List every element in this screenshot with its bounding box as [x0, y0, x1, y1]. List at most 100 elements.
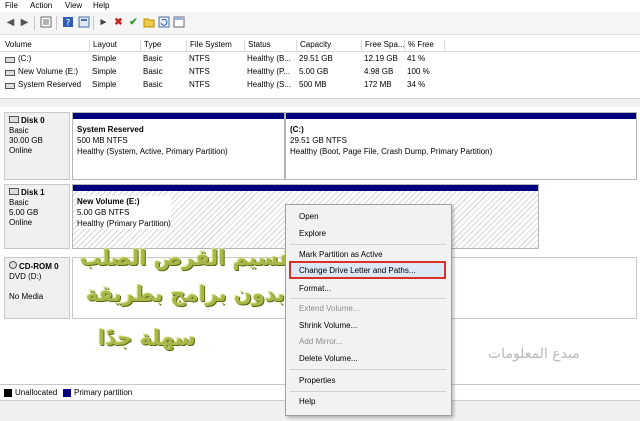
disk-type: DVD (D:) [9, 272, 42, 281]
column-capacity[interactable]: Capacity [296, 40, 331, 51]
menu-action[interactable]: Action [30, 1, 52, 10]
partition-c[interactable]: (C:) 29.51 GB NTFS Healthy (Boot, Page F… [285, 112, 637, 180]
menu-file[interactable]: File [5, 1, 18, 10]
disk-state: No Media [9, 292, 44, 301]
cd-icon [9, 261, 17, 269]
disk-state: Online [9, 146, 33, 155]
menu-item-mark-active[interactable]: Mark Partition as Active [299, 250, 383, 259]
menu-separator [290, 298, 446, 299]
disk-size: 5.00 GB [9, 208, 39, 217]
cell-volume: (C:) [18, 54, 32, 63]
cell-percent-free: 100 % [407, 67, 430, 76]
disk-size: 30.00 GB [9, 136, 43, 145]
menu-separator [290, 391, 446, 392]
unallocated-swatch [4, 389, 12, 397]
menu-separator [290, 244, 446, 245]
svg-text:?: ? [65, 19, 70, 29]
cell-type: Basic [143, 80, 163, 89]
disk-1-label[interactable]: Disk 1 Basic 5.00 GB Online [4, 184, 70, 249]
toolbar-separator [93, 16, 94, 30]
column-filler [444, 40, 638, 51]
cell-file-system: NTFS [189, 67, 210, 76]
volume-icon [5, 83, 15, 89]
table-row[interactable]: System Reserved Simple Basic NTFS Health… [0, 79, 640, 92]
menu-item-delete-volume[interactable]: Delete Volume... [299, 354, 358, 363]
disk-type: Basic [9, 198, 29, 207]
cell-free-space: 12.19 GB [364, 54, 398, 63]
cell-file-system: NTFS [189, 54, 210, 63]
connect-icon[interactable]: ► [97, 16, 110, 29]
table-row[interactable]: (C:) Simple Basic NTFS Healthy (B... 29.… [0, 53, 640, 66]
overlay-title-line-1: تقسيم القرص الصلب [80, 246, 303, 270]
volume-icon [5, 57, 15, 63]
disk-0-label[interactable]: Disk 0 Basic 30.00 GB Online [4, 112, 70, 180]
cell-free-space: 4.98 GB [364, 67, 394, 76]
partition-system-reserved[interactable]: System Reserved 500 MB NTFS Healthy (Sys… [72, 112, 285, 180]
menu-item-help[interactable]: Help [299, 397, 315, 406]
partition-title: (C:) [290, 125, 304, 134]
context-menu: Open Explore Mark Partition as Active Ch… [285, 204, 452, 416]
column-percent-free[interactable]: % Free [404, 40, 434, 51]
column-layout[interactable]: Layout [89, 40, 117, 51]
panel-icon[interactable] [172, 16, 185, 29]
partition-size: 29.51 GB NTFS [290, 136, 347, 145]
menu-view[interactable]: View [65, 1, 82, 10]
menu-item-format[interactable]: Format... [299, 284, 331, 293]
legend-unallocated: Unallocated [15, 388, 58, 397]
table-row[interactable]: New Volume (E:) Simple Basic NTFS Health… [0, 66, 640, 79]
menu-help[interactable]: Help [93, 1, 109, 10]
back-icon[interactable]: ◀ [4, 16, 17, 29]
refresh-icon[interactable] [157, 16, 170, 29]
primary-partition-bar [286, 113, 636, 119]
column-file-system[interactable]: File System [186, 40, 232, 51]
column-free-space[interactable]: Free Spa... [361, 40, 405, 51]
overlay-title-line-2: بدون برامج بطريقة [86, 282, 286, 306]
list-icon[interactable] [39, 16, 52, 29]
watermark: مبدع المعلومات [488, 346, 580, 362]
cell-layout: Simple [92, 54, 117, 63]
primary-partition-bar [73, 185, 538, 191]
menu-item-open[interactable]: Open [299, 212, 319, 221]
menu-item-explore[interactable]: Explore [299, 229, 326, 238]
column-type[interactable]: Type [140, 40, 161, 51]
cell-layout: Simple [92, 80, 117, 89]
column-status[interactable]: Status [244, 40, 271, 51]
primary-swatch [63, 389, 71, 397]
menu-bar: File Action View Help [0, 0, 640, 12]
column-volume[interactable]: Volume [2, 40, 32, 51]
disk-name: Disk 0 [9, 116, 69, 126]
properties-icon[interactable] [77, 16, 90, 29]
cell-capacity: 29.51 GB [299, 54, 333, 63]
partition-title: System Reserved [77, 125, 144, 134]
volume-list-header: Volume Layout Type File System Status Ca… [0, 39, 640, 52]
toolbar-separator [34, 16, 35, 30]
disk-name: Disk 1 [9, 188, 69, 198]
cell-percent-free: 34 % [407, 80, 426, 89]
menu-item-add-mirror: Add Mirror... [299, 337, 343, 346]
cell-type: Basic [143, 54, 163, 63]
cell-status: Healthy (B... [247, 54, 292, 63]
open-icon[interactable] [142, 16, 155, 29]
help-icon[interactable]: ? [61, 16, 74, 29]
menu-item-shrink-volume[interactable]: Shrink Volume... [299, 321, 357, 330]
partition-status: Healthy (System, Active, Primary Partiti… [77, 147, 228, 156]
menu-item-change-drive-letter[interactable]: Change Drive Letter and Paths... [299, 266, 416, 275]
delete-icon[interactable]: ✖ [112, 16, 125, 29]
primary-partition-bar [73, 113, 284, 119]
partition-size: 5.00 GB NTFS [77, 208, 130, 217]
cdrom-0-label[interactable]: CD-ROM 0 DVD (D:) No Media [4, 257, 70, 319]
cell-status: Healthy (S... [247, 80, 292, 89]
menu-item-properties[interactable]: Properties [299, 376, 335, 385]
menu-separator [290, 369, 446, 370]
forward-icon[interactable]: ▶ [18, 16, 31, 29]
cell-status: Healthy (P... [247, 67, 290, 76]
disk-icon [9, 188, 19, 195]
partition-size: 500 MB NTFS [77, 136, 128, 145]
cell-layout: Simple [92, 67, 117, 76]
cell-volume: New Volume (E:) [18, 67, 79, 76]
cell-file-system: NTFS [189, 80, 210, 89]
partition-status: Healthy (Boot, Page File, Crash Dump, Pr… [290, 147, 493, 156]
volume-icon [5, 70, 15, 76]
check-icon[interactable]: ✔ [127, 16, 140, 29]
partition-status: Healthy (Primary Partition) [77, 219, 171, 228]
